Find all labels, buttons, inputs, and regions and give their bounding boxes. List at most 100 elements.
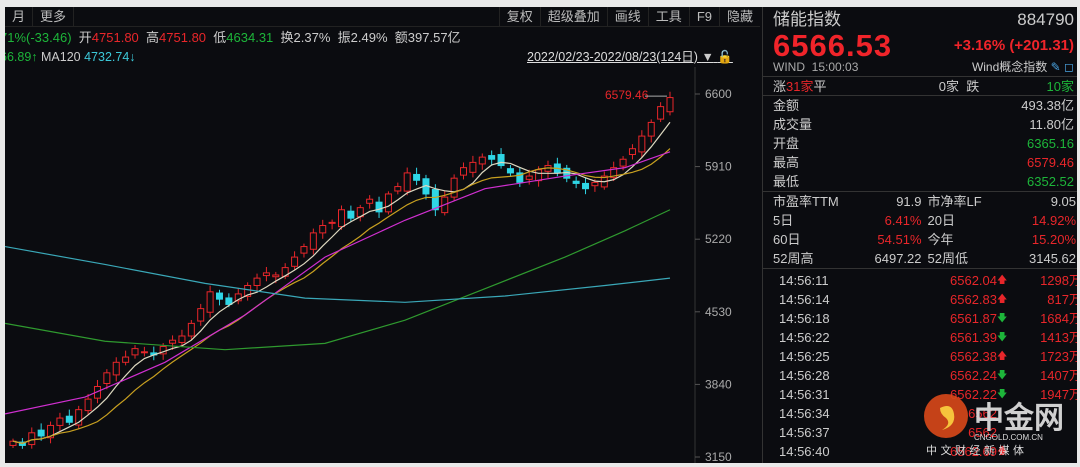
stat-value: 54.51% <box>877 232 922 247</box>
lock-icon[interactable]: 🔓 <box>717 50 733 64</box>
amplitude-label: 振 <box>337 30 351 45</box>
hide-button[interactable]: 隐藏 <box>720 7 760 27</box>
candle-body <box>112 361 120 376</box>
svg-text:中 文 财 经 新 媒 体: 中 文 财 经 新 媒 体 <box>926 443 1024 457</box>
stat-value: 493.38亿 <box>1021 98 1074 113</box>
y-tick-label: 6600 <box>705 87 732 101</box>
more-button[interactable]: 更多 <box>33 7 75 27</box>
stat-label: 成交量 <box>773 117 813 132</box>
tick-price: 6562.83 <box>950 292 997 307</box>
tick-price: 6562.38 <box>950 349 997 364</box>
date-range-selector[interactable]: 2022/02/23-2022/08/23(124日) ▼ 🔓 <box>527 48 733 66</box>
stats-grid: 市盈率TTM 91.9 市净率LF 9.05 5日 6.41% 20日 14.92% 60日 54… <box>763 191 1077 268</box>
candle-body <box>28 432 36 446</box>
terminal-window: 月 更多 复权 超级叠加 画线 工具 F9 隐藏 71%(-33.46) 开47… <box>5 7 1077 463</box>
tick-time: 14:56:40 <box>779 444 830 459</box>
candle-body <box>497 154 505 167</box>
candle-body <box>384 193 392 213</box>
tick-time: 14:56:34 <box>779 406 830 421</box>
up-arrow-icon: 🡅 <box>997 351 1008 362</box>
y-tick-label: 3150 <box>705 450 732 463</box>
ma120-value: 4732.74 <box>84 50 130 64</box>
f9-button[interactable]: F9 <box>690 7 720 27</box>
tick-row: 14:56:11 6562.04 🡅 1298万 <box>763 271 1077 290</box>
tick-time: 14:56:18 <box>779 311 830 326</box>
date-range-text: 2022/02/23-2022/08/23(124日) <box>527 50 698 64</box>
tick-price: 6561.39 <box>950 330 997 345</box>
candle-body <box>56 417 64 426</box>
stat-label: 今年 <box>927 232 954 247</box>
candle-body <box>478 156 486 165</box>
overlay-button[interactable]: 超级叠加 <box>541 7 608 27</box>
candle-body <box>197 308 205 322</box>
ma120-label: MA120 <box>41 50 81 64</box>
stat-label: 金额 <box>773 98 800 113</box>
candle-body <box>319 225 327 234</box>
svg-text:CNGOLD.COM.CN: CNGOLD.COM.CN <box>974 433 1043 442</box>
ma10-line <box>12 148 671 444</box>
stat-value: 6.41% <box>884 213 922 228</box>
up-arrow-icon: 🡅 <box>997 275 1008 286</box>
draw-button[interactable]: 画线 <box>608 7 649 27</box>
stat-row: 最高 6579.46 <box>763 153 1077 172</box>
tick-time: 14:56:37 <box>779 425 830 440</box>
alert-icon[interactable]: ◻ <box>1064 60 1074 74</box>
candle-body <box>619 158 627 167</box>
up-label: 涨 <box>773 79 787 94</box>
stat-pair-row: 60日 54.51% 今年 15.20% <box>763 230 1077 249</box>
candle-body <box>272 274 280 278</box>
stat-value: 6579.46 <box>1027 155 1074 170</box>
stat-value: 15.20% <box>1031 232 1076 247</box>
down-arrow-icon: 🡇 <box>997 332 1008 343</box>
change-value: 71%(-33.46) <box>5 30 72 45</box>
down-arrow-icon: 🡇 <box>997 313 1008 324</box>
edit-icon[interactable]: ✎ <box>1051 60 1061 74</box>
down-label: 跌 <box>966 79 980 94</box>
stat-value: 6497.22 <box>874 251 922 266</box>
adjust-button[interactable]: 复权 <box>498 7 541 27</box>
candle-body <box>131 348 139 356</box>
stat-label: 最低 <box>773 174 800 189</box>
period-month-tab[interactable]: 月 <box>5 7 34 27</box>
candle-body <box>431 188 439 211</box>
tools-button[interactable]: 工具 <box>649 7 690 27</box>
tick-row: 14:56:22 6561.39 🡇 1413万 <box>763 328 1077 347</box>
svg-text:中金网: 中金网 <box>974 401 1064 436</box>
tick-volume: 1684万 <box>1040 311 1077 326</box>
stat-pair-row: 市盈率TTM 91.9 市净率LF 9.05 <box>763 192 1077 211</box>
down-arrow-icon: 🡇 <box>997 370 1008 381</box>
candle-body <box>403 172 411 192</box>
stat-label: 52周低 <box>927 251 968 266</box>
tick-volume: 1413万 <box>1040 330 1077 345</box>
amount-label: 额 <box>394 30 408 45</box>
candle-body <box>657 106 665 120</box>
candlestick-chart[interactable]: 6600 5910 5220 4530 3840 3150 6579.46 <box>5 67 760 463</box>
candle-body <box>122 356 130 363</box>
amount-value: 397.57亿 <box>407 30 461 45</box>
candle-body <box>103 372 111 384</box>
y-tick-label: 5220 <box>705 232 732 246</box>
last-price: 6566.53 <box>773 28 893 63</box>
amplitude-value: 2.49% <box>350 30 388 45</box>
stat-value: 14.92% <box>1031 213 1076 228</box>
index-type: Wind概念指数 <box>971 60 1048 74</box>
y-tick-label: 5910 <box>705 160 732 174</box>
candle-body <box>488 155 496 160</box>
candle-body <box>206 291 214 313</box>
stat-value: 11.80亿 <box>1029 117 1074 132</box>
candle-body <box>506 168 514 174</box>
tick-volume: 817万 <box>1047 292 1077 307</box>
y-tick-label: 3840 <box>705 377 732 391</box>
low-label: 低 <box>213 30 227 45</box>
quote-time: 15:00:03 <box>811 60 859 74</box>
stat-value: 9.05 <box>1050 194 1076 209</box>
candle-body <box>309 232 317 250</box>
turnover-label: 换 <box>280 30 294 45</box>
candle-body <box>187 322 195 337</box>
tick-time: 14:56:31 <box>779 387 830 402</box>
stat-row: 成交量 11.80亿 <box>763 115 1077 134</box>
candle-body <box>469 161 477 173</box>
stat-label: 20日 <box>927 213 955 228</box>
candle-body <box>628 148 636 156</box>
candle-body <box>572 180 580 184</box>
